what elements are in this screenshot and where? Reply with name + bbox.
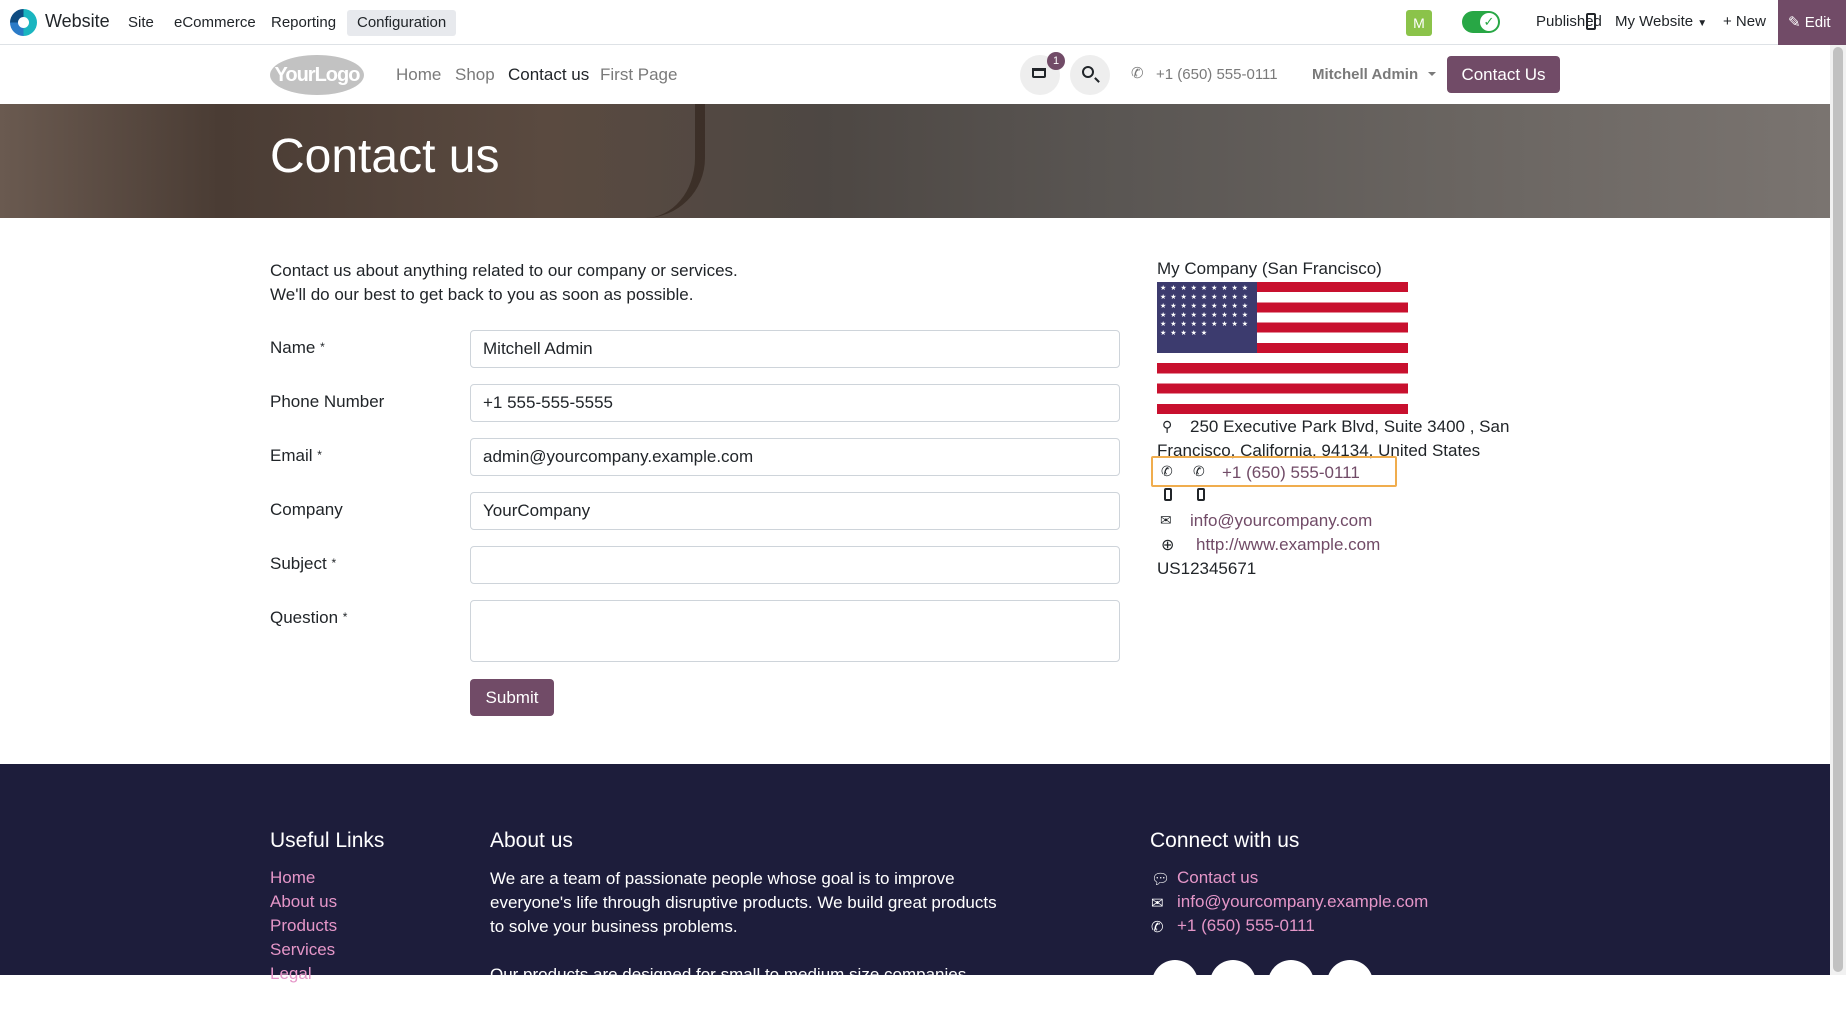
page-title: Contact us — [270, 130, 500, 183]
footer-connect-title: Connect with us — [1150, 829, 1300, 852]
required-mark: * — [342, 610, 348, 624]
app-name[interactable]: Website — [45, 11, 110, 32]
subject-input[interactable] — [470, 546, 1120, 584]
contact-intro: Contact us about anything related to our… — [270, 259, 738, 307]
cart-button[interactable]: 1 — [1020, 52, 1065, 95]
question-textarea[interactable] — [470, 600, 1120, 662]
question-label-text: Question — [270, 608, 339, 627]
contact-us-button[interactable]: Contact Us — [1447, 56, 1560, 93]
menu-ecommerce[interactable]: eCommerce — [164, 10, 266, 36]
footer-about-paragraph-2: Our products are designed for small to m… — [490, 965, 967, 1008]
menu-site[interactable]: Site — [118, 10, 164, 36]
company-label-text: Company — [270, 500, 343, 519]
comment-icon: 💬︎ — [1151, 871, 1171, 888]
name-label: Name * — [270, 338, 325, 358]
required-mark: * — [331, 556, 337, 570]
footer-about-text: We are a team of passionate people whose… — [490, 867, 1010, 1011]
footer-link-home[interactable]: Home — [270, 868, 315, 888]
intro-line-1: Contact us about anything related to our… — [270, 261, 738, 280]
page-scrollbar[interactable] — [1830, 45, 1846, 975]
edit-button[interactable]: ✎ Edit — [1778, 0, 1846, 45]
intro-line-2: We'll do our best to get back to you as … — [270, 285, 694, 304]
mobile-icon — [1197, 488, 1205, 501]
site-footer: Useful Links Home About us Products Serv… — [0, 764, 1830, 1008]
footer-contact-link[interactable]: Contact us — [1177, 868, 1258, 888]
name-input[interactable] — [470, 330, 1120, 368]
footer-email-link[interactable]: info@yourcompany.example.com — [1177, 892, 1428, 912]
caret-down-icon: ▼ — [1697, 18, 1708, 29]
phone-label-text: Phone Number — [270, 392, 385, 411]
cart-count-badge: 1 — [1047, 52, 1065, 70]
footer-link-services[interactable]: Services — [270, 940, 335, 960]
flag-stars: ★ ★ ★ ★ ★ ★ ★ ★ ★ ★ ★ ★ ★ ★ ★ ★ ★ ★ ★ ★ … — [1157, 282, 1257, 353]
envelope-icon: ✉ — [1160, 512, 1172, 528]
social-linkedin-icon[interactable] — [1268, 960, 1314, 1006]
phone-icon: ✆ — [1131, 65, 1144, 82]
published-toggle[interactable] — [1462, 11, 1500, 33]
social-youtube-icon[interactable] — [1327, 960, 1373, 1006]
required-mark: * — [320, 340, 325, 354]
company-label: Company — [270, 500, 343, 520]
phone-icon: ✆ — [1193, 463, 1205, 479]
my-website-label: My Website — [1615, 13, 1694, 30]
email-input[interactable] — [470, 438, 1120, 476]
page-banner: Contact us — [0, 104, 1830, 218]
company-vat: US12345671 — [1157, 559, 1257, 578]
scrollbar-thumb[interactable] — [1833, 47, 1843, 972]
footer-about-paragraph-1: We are a team of passionate people whose… — [490, 869, 997, 936]
phone-icon: ✆ — [1161, 463, 1173, 479]
footer-useful-links-title: Useful Links — [270, 829, 385, 852]
submit-button[interactable]: Submit — [470, 679, 554, 716]
phone-icon: ✆ — [1151, 919, 1164, 936]
social-twitter-icon[interactable] — [1210, 960, 1256, 1006]
menu-configuration[interactable]: Configuration — [347, 10, 457, 36]
admin-navbar: Website Site eCommerce Reporting Configu… — [0, 0, 1846, 45]
company-email-link[interactable]: info@yourcompany.com — [1190, 511, 1372, 531]
mobile-preview-icon[interactable] — [1586, 13, 1596, 30]
us-flag-image: ★ ★ ★ ★ ★ ★ ★ ★ ★ ★ ★ ★ ★ ★ ★ ★ ★ ★ ★ ★ … — [1157, 282, 1408, 414]
email-label: Email * — [270, 446, 322, 466]
footer-link-about-us[interactable]: About us — [270, 892, 337, 912]
mobile-icon — [1164, 488, 1172, 501]
user-avatar[interactable]: M — [1406, 10, 1432, 36]
nav-first-page[interactable]: First Page — [600, 65, 677, 85]
new-button[interactable]: + New — [1723, 13, 1766, 30]
search-icon — [1082, 66, 1094, 78]
company-phone-link[interactable]: +1 (650) 555-0111 — [1222, 463, 1360, 483]
question-label: Question * — [270, 608, 347, 628]
company-website-link[interactable]: http://www.example.com — [1196, 535, 1380, 555]
search-button[interactable] — [1070, 55, 1110, 95]
name-label-text: Name — [270, 338, 316, 357]
header-phone-link[interactable]: +1 (650) 555-0111 — [1156, 66, 1278, 83]
phone-label: Phone Number — [270, 392, 384, 412]
subject-label-text: Subject — [270, 554, 327, 573]
site-header: YourLogo Home Shop Contact us First Page… — [0, 45, 1830, 104]
user-menu-dropdown[interactable]: Mitchell Admin — [1312, 66, 1437, 83]
social-facebook-icon[interactable] — [1152, 960, 1198, 1006]
odoo-app-icon[interactable] — [10, 9, 37, 36]
nav-home[interactable]: Home — [396, 65, 441, 85]
required-mark: * — [317, 448, 322, 462]
envelope-icon: ✉ — [1151, 895, 1164, 912]
email-label-text: Email — [270, 446, 313, 465]
phone-input[interactable] — [470, 384, 1120, 422]
nav-shop[interactable]: Shop — [455, 65, 495, 85]
company-input[interactable] — [470, 492, 1120, 530]
site-logo[interactable]: YourLogo — [270, 55, 364, 95]
globe-icon: ⊕ — [1161, 537, 1175, 554]
footer-phone-link[interactable]: +1 (650) 555-0111 — [1177, 916, 1315, 936]
footer-link-products[interactable]: Products — [270, 916, 337, 936]
nav-contact-us[interactable]: Contact us — [508, 65, 589, 85]
my-website-dropdown[interactable]: My Website ▼ — [1615, 13, 1707, 30]
footer-link-legal[interactable]: Legal — [270, 964, 312, 984]
subject-label: Subject * — [270, 554, 336, 574]
menu-reporting[interactable]: Reporting — [261, 10, 346, 36]
company-name: My Company (San Francisco) — [1157, 259, 1382, 278]
shopping-cart-icon — [1032, 68, 1046, 78]
footer-about-title: About us — [490, 829, 573, 852]
